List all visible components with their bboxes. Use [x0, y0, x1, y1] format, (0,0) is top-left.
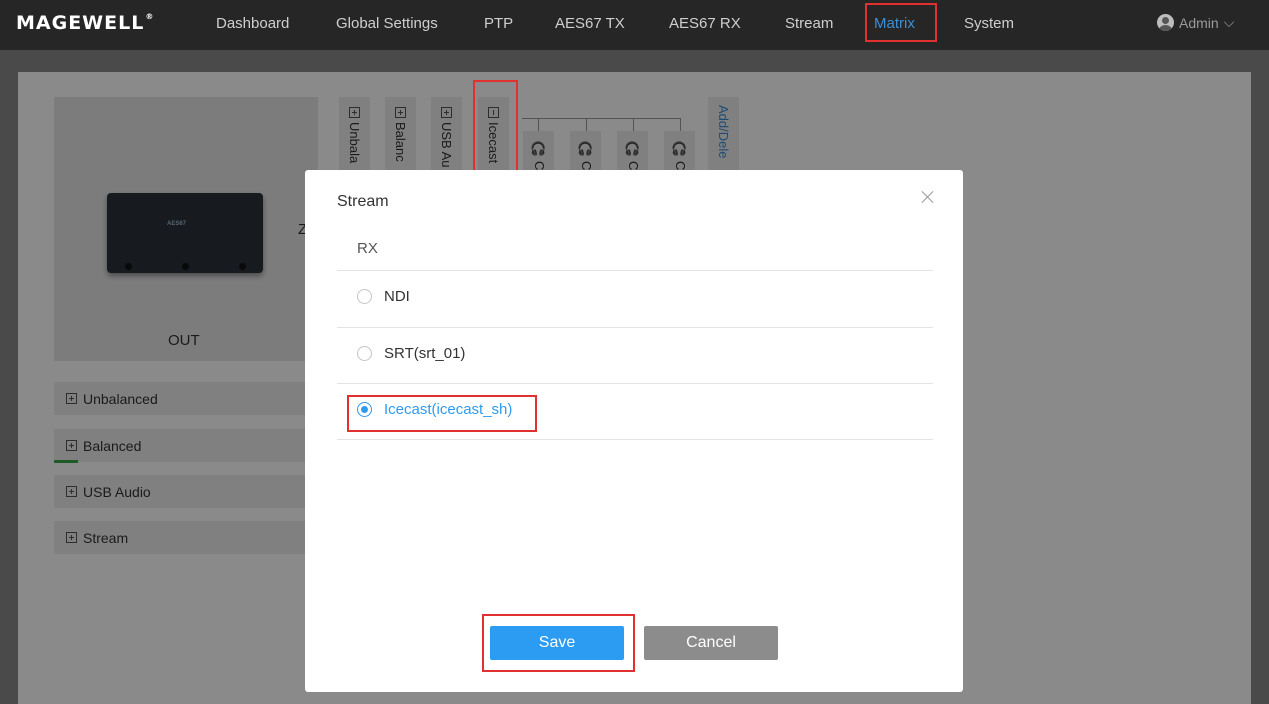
divider: [337, 270, 933, 271]
option-ndi[interactable]: NDI: [357, 288, 410, 305]
nav-aes67-rx[interactable]: AES67 RX: [669, 15, 741, 32]
user-name: Admin: [1179, 14, 1219, 31]
matrix-highlight-box: [865, 3, 937, 42]
icecast-option-highlight-box: [347, 395, 537, 432]
cancel-button[interactable]: Cancel: [644, 626, 778, 660]
nav-ptp[interactable]: PTP: [484, 15, 513, 32]
divider: [337, 327, 933, 328]
stream-dialog: Stream RX NDI SRT(srt_01) Icecast(icecas…: [305, 170, 963, 692]
close-icon[interactable]: [921, 190, 935, 204]
divider: [337, 383, 933, 384]
user-avatar-icon: [1157, 14, 1174, 31]
option-label: SRT(srt_01): [384, 345, 466, 362]
user-menu[interactable]: Admin ⌵: [1157, 14, 1234, 31]
top-nav-bar: MAGEWELL® Dashboard Global Settings PTP …: [0, 0, 1269, 50]
nav-stream[interactable]: Stream: [785, 15, 833, 32]
nav-global-settings[interactable]: Global Settings: [336, 15, 438, 32]
nav-system[interactable]: System: [964, 15, 1014, 32]
nav-aes67-tx[interactable]: AES67 TX: [555, 15, 625, 32]
magewell-logo: MAGEWELL®: [16, 12, 155, 34]
option-srt[interactable]: SRT(srt_01): [357, 345, 465, 362]
nav-dashboard[interactable]: Dashboard: [216, 15, 289, 32]
option-label: NDI: [384, 288, 410, 305]
rx-section-label: RX: [357, 240, 378, 257]
save-button-highlight-box: [482, 614, 635, 672]
dialog-title: Stream: [337, 193, 389, 210]
radio-button[interactable]: [357, 346, 372, 361]
radio-button[interactable]: [357, 289, 372, 304]
chevron-down-icon: ⌵: [1223, 14, 1235, 30]
divider: [337, 439, 933, 440]
